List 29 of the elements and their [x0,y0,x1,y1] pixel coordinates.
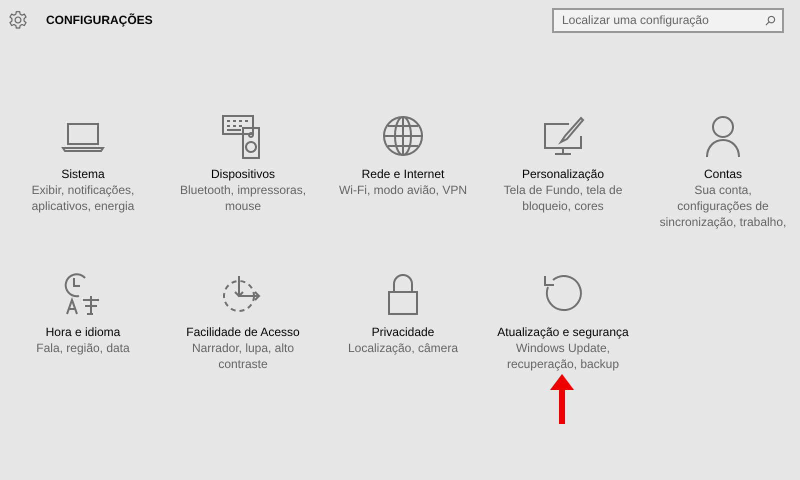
settings-category[interactable]: Atualização e segurança Windows Update, recuperação, backup [483,270,643,372]
category-title: Sistema [61,166,105,182]
category-title: Atualização e segurança [497,324,629,340]
category-title: Rede e Internet [362,166,444,182]
category-description: Tela de Fundo, tela de bloqueio, cores [502,182,624,214]
settings-category[interactable]: Rede e Internet Wi-Fi, modo avião, VPN [323,112,483,230]
settings-category[interactable]: Hora e idioma Fala, região, data [3,270,163,372]
category-description: Sua conta, configurações de sincronização, trabalho, [658,182,788,230]
search-field[interactable]: Localizar uma configuração [552,8,784,32]
category-title: Privacidade [372,324,434,340]
settings-category[interactable]: Contas Sua conta, configurações de sincronização, trabalho, [643,112,800,230]
settings-category[interactable]: Personalização Tela de Fundo, tela de bloqueio, cores [483,112,643,230]
category-title: Contas [704,166,742,182]
settings-category[interactable]: Sistema Exibir, notificações, aplicativos, energia [3,112,163,230]
category-title: Dispositivos [210,166,276,182]
category-description: Exibir, notificações, aplicativos, energia [30,182,136,214]
settings-category[interactable]: Privacidade Localização, câmera [323,270,483,372]
page-title: CONFIGURAÇÕES [46,12,153,29]
settings-category[interactable]: Facilidade de Acesso Narrador, lupa, alto contraste [163,270,323,372]
category-description: Wi-Fi, modo avião, VPN [338,182,468,198]
category-description: Narrador, lupa, alto contraste [190,340,296,372]
category-title: Personalização [522,166,604,182]
category-description: Bluetooth, impressoras, mouse [178,182,308,214]
category-title: Hora e idioma [46,324,120,340]
category-description: Localização, câmera [348,340,458,356]
category-title: Facilidade de Acesso [186,324,300,340]
settings-category[interactable]: Dispositivos Bluetooth, impressoras, mouse [163,112,323,230]
category-description: Fala, região, data [36,340,130,356]
category-description: Windows Update, recuperação, backup [506,340,620,372]
